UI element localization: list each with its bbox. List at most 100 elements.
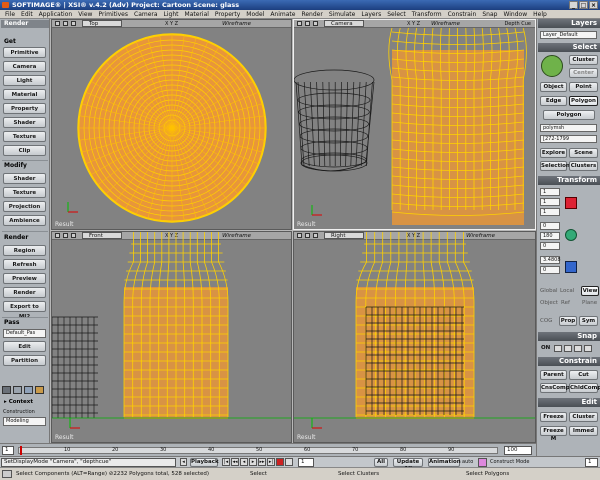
play-icon[interactable]: ▸: [249, 458, 257, 466]
primitive-button[interactable]: Primitive: [3, 47, 46, 58]
region-button[interactable]: Region: [3, 245, 46, 256]
last-frame-icon[interactable]: ▸|: [267, 458, 275, 466]
script-command-field[interactable]: SetDisplayMode "Camera", "depthcue": [1, 458, 176, 467]
partition-button[interactable]: Partition: [3, 355, 46, 366]
selection-button[interactable]: Selection: [540, 161, 570, 171]
viewport-front[interactable]: Front X Y Z Wireframe Result: [51, 231, 292, 443]
cut-button[interactable]: Cut: [569, 370, 598, 380]
rotate-y-field[interactable]: 180: [540, 232, 560, 240]
point-filter-button[interactable]: Point: [569, 82, 598, 92]
playback-button[interactable]: Playback: [190, 458, 219, 467]
material-button[interactable]: Material: [3, 89, 46, 100]
snap-on-toggle[interactable]: ON: [541, 344, 550, 352]
edit-header[interactable]: Edit: [538, 398, 600, 407]
light-icon[interactable]: [35, 386, 44, 394]
menu-application[interactable]: Application: [36, 10, 76, 18]
menu-view[interactable]: View: [75, 10, 95, 18]
key-icon[interactable]: [478, 458, 487, 467]
texture-button[interactable]: Texture: [3, 131, 46, 142]
object-filter-button[interactable]: Object: [540, 82, 567, 92]
menu-snap[interactable]: Snap: [479, 10, 500, 18]
snap-surface-icon[interactable]: [584, 345, 592, 352]
ambience-button[interactable]: Ambience: [3, 215, 46, 226]
immed-button[interactable]: Immed: [569, 426, 598, 436]
rotate-icon[interactable]: [565, 229, 577, 241]
construction-mode-dropdown[interactable]: Modeling: [3, 417, 46, 426]
snap-point-icon[interactable]: [564, 345, 572, 352]
viewport-top[interactable]: Top X Y Z Wireframe Result: [51, 19, 292, 230]
wrench-icon[interactable]: [2, 386, 11, 394]
object-name-field[interactable]: polymsh: [540, 124, 597, 132]
component-range-field[interactable]: [272-1799: [540, 135, 597, 143]
scene-button[interactable]: Scene: [569, 148, 598, 158]
menu-model[interactable]: Model: [243, 10, 267, 18]
clusters-button[interactable]: Clusters: [569, 161, 598, 171]
all-button[interactable]: All: [374, 458, 388, 467]
light-button[interactable]: Light: [3, 75, 46, 86]
menu-layers[interactable]: Layers: [358, 10, 384, 18]
camera-button[interactable]: Camera: [3, 61, 46, 72]
menu-help[interactable]: Help: [530, 10, 550, 18]
shader-button[interactable]: Shader: [3, 117, 46, 128]
rewind-icon[interactable]: ◂: [180, 458, 187, 466]
rotate-z-field[interactable]: 0: [540, 242, 560, 250]
layers-header[interactable]: Layers: [538, 19, 600, 28]
menu-constrain[interactable]: Constrain: [445, 10, 480, 18]
polygon-selection-button[interactable]: Polygon: [543, 110, 595, 120]
animation-button[interactable]: Animation: [428, 458, 461, 467]
translate-icon[interactable]: [565, 261, 577, 273]
camera-icon[interactable]: [24, 386, 33, 394]
cog-toggle[interactable]: COG: [540, 317, 552, 325]
scale-y-field[interactable]: 1: [540, 198, 560, 206]
modify-shader-button[interactable]: Shader: [3, 173, 46, 184]
update-all-button[interactable]: Update All: [393, 458, 423, 472]
menu-select[interactable]: Select: [384, 10, 409, 18]
frame-field[interactable]: 1: [298, 458, 314, 467]
viewport-right[interactable]: Right X Y Z Wireframe Result: [293, 231, 536, 443]
auto-key-label[interactable]: auto: [462, 459, 473, 465]
timeline-start-field[interactable]: 1: [2, 446, 14, 455]
refresh-button[interactable]: Refresh: [3, 259, 46, 270]
menu-transform[interactable]: Transform: [409, 10, 445, 18]
local-toggle[interactable]: Local: [560, 287, 574, 295]
prev-key-icon[interactable]: ◂◂: [231, 458, 239, 466]
select-header[interactable]: Select: [538, 43, 600, 52]
loop-icon[interactable]: [285, 458, 293, 466]
rotate-x-field[interactable]: 0: [540, 222, 560, 230]
menu-file[interactable]: File: [2, 10, 18, 18]
playhead[interactable]: [20, 446, 22, 455]
menu-light[interactable]: Light: [161, 10, 182, 18]
edge-filter-button[interactable]: Edge: [540, 96, 567, 106]
freeze-button[interactable]: Freeze: [540, 412, 567, 422]
preview-button[interactable]: Preview: [3, 273, 46, 284]
grid-icon[interactable]: [13, 386, 22, 394]
minimize-button[interactable]: _: [569, 1, 578, 9]
timeline-end-field[interactable]: 100: [504, 446, 532, 455]
layer-dropdown[interactable]: Layer_Default: [540, 31, 597, 39]
parent-button[interactable]: Parent: [540, 370, 567, 380]
menu-animate[interactable]: Animate: [267, 10, 298, 18]
clip-button[interactable]: Clip: [3, 145, 46, 156]
projection-button[interactable]: Projection: [3, 201, 46, 212]
ref-toggle[interactable]: Ref: [561, 299, 570, 307]
current-frame-field[interactable]: 1: [585, 458, 598, 467]
explore-button[interactable]: Explore: [540, 148, 567, 158]
plane-toggle[interactable]: Plane: [582, 299, 597, 307]
view-toggle[interactable]: View: [581, 286, 599, 296]
menu-simulate[interactable]: Simulate: [326, 10, 359, 18]
record-icon[interactable]: [276, 458, 284, 466]
center-button[interactable]: Center: [569, 68, 598, 78]
cluster-button[interactable]: Cluster: [569, 55, 598, 65]
menu-camera[interactable]: Camera: [131, 10, 161, 18]
translate-y-field[interactable]: 0: [540, 266, 560, 274]
menu-material[interactable]: Material: [182, 10, 212, 18]
menu-property[interactable]: Property: [212, 10, 243, 18]
cluster-edit-button[interactable]: Cluster: [569, 412, 598, 422]
pass-edit-button[interactable]: Edit: [3, 341, 46, 352]
modify-texture-button[interactable]: Texture: [3, 187, 46, 198]
render-button[interactable]: Render: [3, 287, 46, 298]
constrain-header[interactable]: Constrain: [538, 357, 600, 366]
play-back-icon[interactable]: ◂: [240, 458, 248, 466]
sym-button[interactable]: Sym: [579, 316, 598, 326]
export-mi2-button[interactable]: Export to MI2: [3, 301, 46, 320]
